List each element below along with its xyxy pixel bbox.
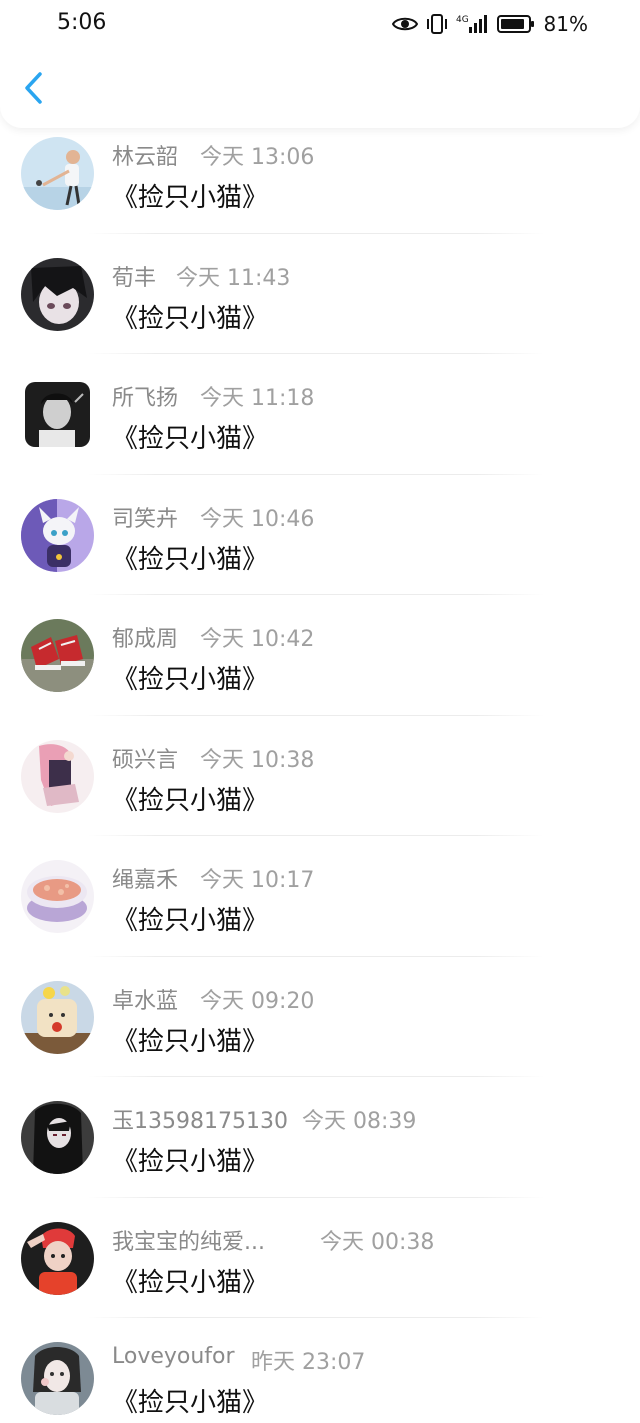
avatar[interactable]: [21, 1342, 94, 1415]
list-item[interactable]: 绳嘉禾 今天 10:17 《捡只小猫》: [0, 836, 640, 957]
avatar[interactable]: [21, 498, 94, 572]
sender-name: 荀丰: [112, 265, 157, 291]
avatar[interactable]: [21, 137, 94, 210]
sender-name: 卓水蓝: [112, 988, 179, 1014]
avatar[interactable]: [21, 1221, 94, 1295]
message-time: 今天 10:46: [200, 506, 315, 532]
message-preview: 《捡只小猫》: [112, 1147, 269, 1177]
message-preview: 《捡只小猫》: [112, 785, 269, 816]
message-preview: 《捡只小猫》: [112, 1267, 269, 1298]
message-time: 今天 08:39: [302, 1109, 417, 1134]
message-preview: 《捡只小猫》: [112, 183, 269, 213]
battery-percent: 81%: [543, 12, 588, 36]
list-item[interactable]: 我宝宝的纯爱... 今天 00:38 《捡只小猫》: [0, 1198, 640, 1318]
list-item[interactable]: 司笑卉 今天 10:46 《捡只小猫》: [0, 475, 640, 595]
sender-name: 郁成周: [112, 627, 179, 652]
message-time: 今天 11:43: [176, 265, 291, 291]
message-preview: 《捡只小猫》: [112, 1388, 269, 1418]
sender-name: 司笑卉: [112, 506, 179, 532]
avatar[interactable]: [21, 980, 94, 1054]
nav-bar: [0, 48, 640, 128]
back-button[interactable]: [16, 70, 52, 106]
vibrate-icon: [425, 13, 449, 35]
status-icons: 4G 81%: [391, 12, 588, 36]
sender-name: 我宝宝的纯爱...: [112, 1229, 265, 1255]
eye-icon: [391, 15, 418, 33]
message-time: 今天 10:17: [200, 868, 315, 893]
sender-name: 林云韶: [112, 145, 179, 170]
message-time: 今天 10:42: [200, 627, 315, 652]
message-time: 昨天 23:07: [251, 1350, 366, 1375]
list-item[interactable]: 荀丰 今天 11:43 《捡只小猫》: [0, 234, 640, 354]
message-preview: 《捡只小猫》: [112, 906, 269, 936]
network-type-label: 4G: [456, 15, 469, 25]
list-item[interactable]: 卓水蓝 今天 09:20 《捡只小猫》: [0, 957, 640, 1077]
message-time: 今天 13:06: [200, 145, 315, 170]
message-time: 今天 11:18: [200, 386, 315, 411]
sender-name: 玉13598175130: [112, 1109, 288, 1134]
message-list: 林云韶 今天 13:06 《捡只小猫》 荀丰 今天 11:43 《捡只小猫》 所…: [0, 113, 640, 1423]
avatar[interactable]: [21, 619, 94, 692]
list-item[interactable]: 郁成周 今天 10:42 《捡只小猫》: [0, 595, 640, 716]
message-preview: 《捡只小猫》: [112, 1026, 269, 1057]
sender-name: 所飞扬: [112, 386, 179, 411]
sender-name: 硕兴言: [112, 747, 179, 773]
message-preview: 《捡只小猫》: [112, 424, 269, 454]
message-time: 今天 09:20: [200, 988, 315, 1014]
sender-name: 绳嘉禾: [112, 868, 179, 893]
avatar[interactable]: [25, 382, 90, 447]
battery-icon: [496, 14, 535, 34]
message-time: 今天 10:38: [200, 747, 315, 773]
status-time: 5:06: [57, 10, 107, 35]
status-bar: 5:06 4G 81%: [0, 0, 640, 48]
avatar[interactable]: [21, 1101, 94, 1174]
list-item[interactable]: 林云韶 今天 13:06 《捡只小猫》: [0, 113, 640, 234]
signal-icon: 4G: [456, 13, 490, 35]
chat-message-list-screen: 5:06 4G 81% 林云韶 今天 13:06 《捡只小猫》 荀丰 今天 11…: [0, 0, 640, 1423]
list-item[interactable]: Loveyoufor 昨天 23:07 《捡只小猫》: [0, 1318, 640, 1423]
list-item[interactable]: 硕兴言 今天 10:38 《捡只小猫》: [0, 716, 640, 836]
message-time: 今天 00:38: [320, 1229, 435, 1255]
avatar[interactable]: [21, 860, 94, 933]
sender-name: Loveyoufor: [112, 1344, 235, 1369]
chevron-left-icon: [25, 72, 42, 104]
avatar[interactable]: [21, 257, 94, 331]
message-preview: 《捡只小猫》: [112, 544, 269, 575]
avatar[interactable]: [21, 739, 94, 813]
message-preview: 《捡只小猫》: [112, 303, 269, 334]
list-item[interactable]: 玉13598175130 今天 08:39 《捡只小猫》: [0, 1077, 640, 1198]
message-preview: 《捡只小猫》: [112, 665, 269, 695]
list-item[interactable]: 所飞扬 今天 11:18 《捡只小猫》: [0, 354, 640, 475]
